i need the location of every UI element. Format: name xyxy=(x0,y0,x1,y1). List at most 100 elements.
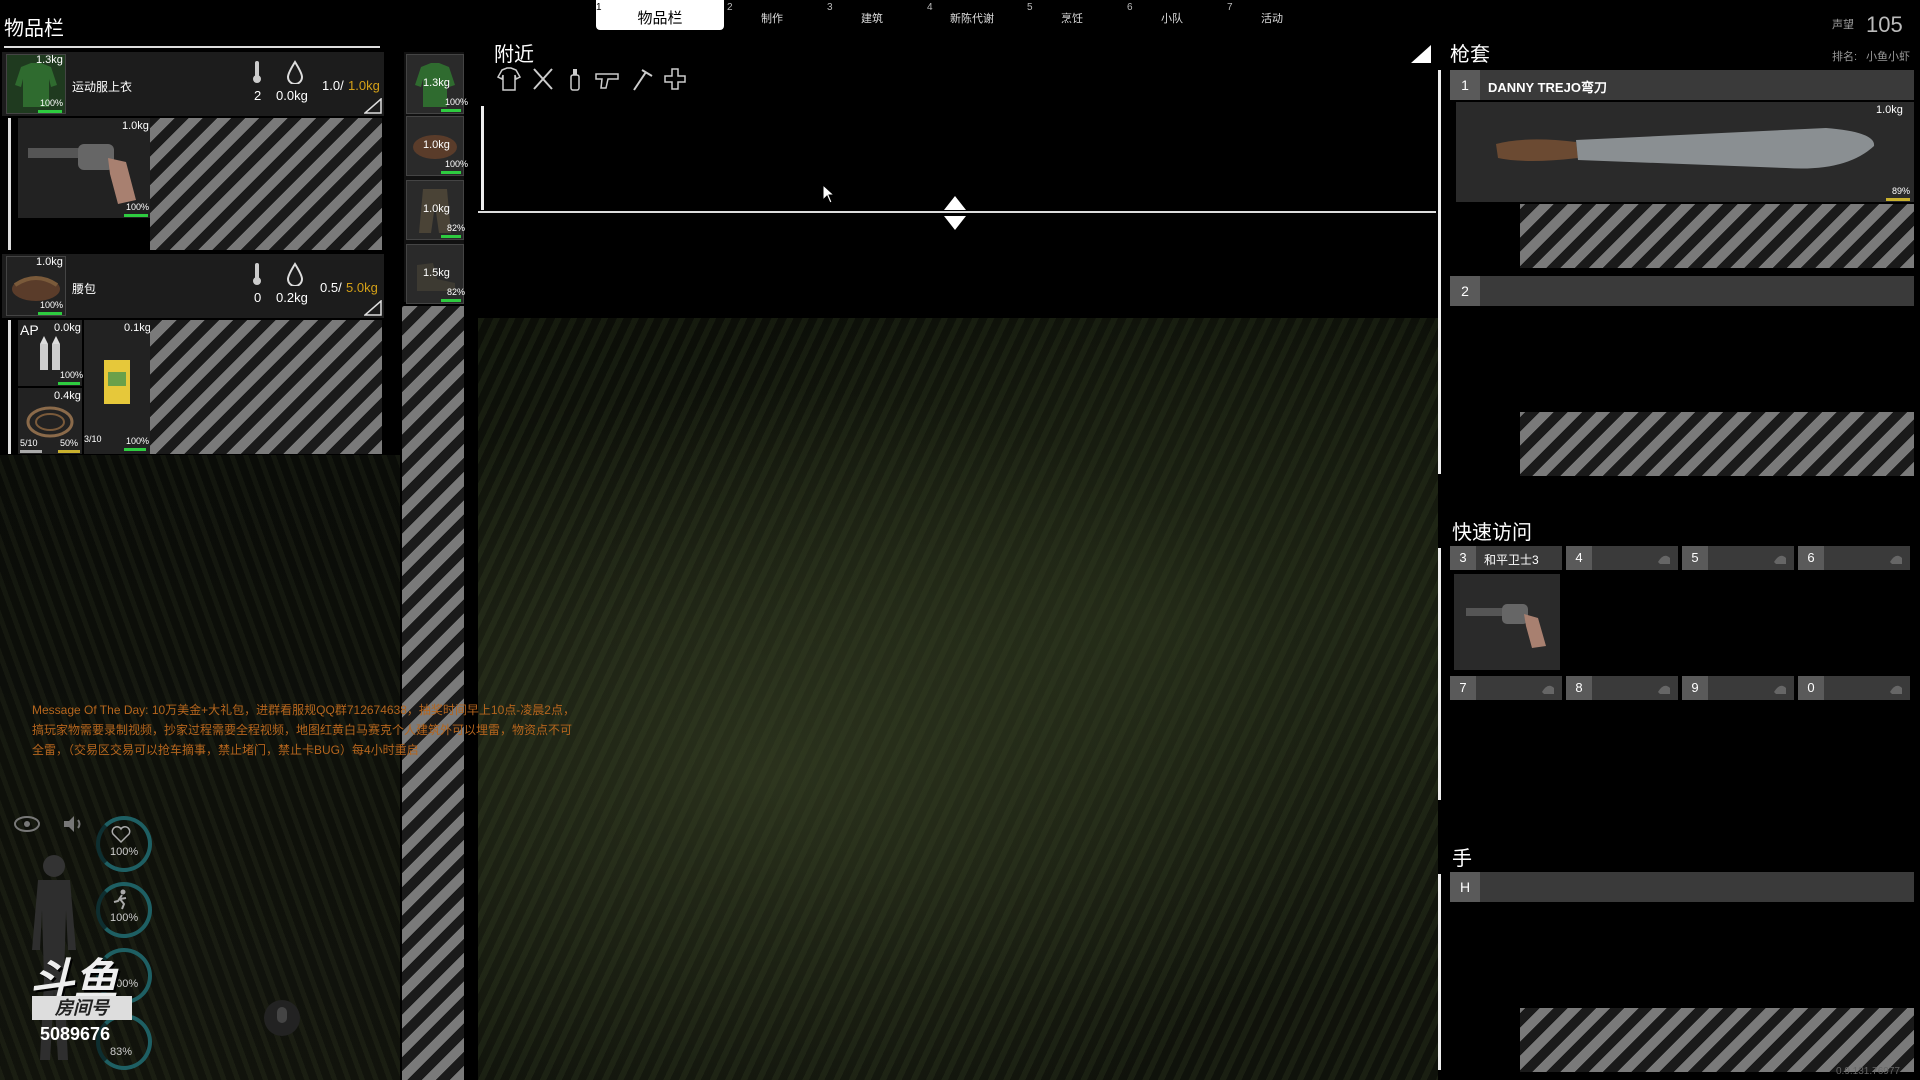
equip-slot-shoes[interactable]: 1.5kg 82% xyxy=(406,244,466,304)
box-item[interactable]: 0.1kg 3/10 100% xyxy=(84,320,151,454)
temperature-icon xyxy=(253,263,261,285)
condition-bar xyxy=(441,109,461,112)
medical-icon[interactable] xyxy=(662,66,688,92)
item-weight: 1.0kg xyxy=(36,256,63,268)
item-weight: 1.3kg xyxy=(423,77,450,89)
count-bar xyxy=(20,450,42,453)
tab-squad[interactable]: 6 小队 xyxy=(1127,0,1217,30)
tab-cooking[interactable]: 5 烹饪 xyxy=(1027,0,1117,30)
tab-label: 小队 xyxy=(1161,13,1183,25)
rope-item[interactable]: 0.4kg 5/10 50% xyxy=(18,388,82,454)
equip-slot-pants[interactable]: 1.0kg 82% xyxy=(406,180,466,240)
condition-bar xyxy=(124,448,146,451)
container-indicator xyxy=(8,320,11,454)
item-condition: 100% xyxy=(126,436,150,446)
quick-slot-revolver-item[interactable] xyxy=(1454,574,1560,670)
food-box-icon xyxy=(104,360,130,404)
inventory-divider xyxy=(4,46,380,48)
bottle-icon[interactable] xyxy=(562,66,588,92)
message-of-the-day: Message Of The Day: 10万美金+大礼包，进群看服规QQ群71… xyxy=(32,703,575,757)
quick-access-title: 快速访问 xyxy=(1452,522,1532,544)
item-weight: 1.0kg xyxy=(423,203,450,215)
item-condition: 82% xyxy=(447,287,466,297)
rank-label: 排名: xyxy=(1832,51,1858,63)
inventory-row-bag[interactable]: 1.0kg 100% 腰包 0 0.2kg 0.5/ 5.0kg xyxy=(2,254,384,318)
quick-slot-9[interactable]: 9 xyxy=(1682,676,1794,700)
hand-icon xyxy=(1890,685,1902,694)
hand-icon xyxy=(1774,685,1786,694)
temperature-icon xyxy=(253,61,261,83)
quick-slot-8[interactable]: 8 xyxy=(1566,676,1678,700)
slot-number: 4 xyxy=(1566,546,1592,570)
hand-icon xyxy=(1658,555,1670,564)
slot-label: 和平卫士3 xyxy=(1484,553,1539,567)
hands-slot[interactable]: H xyxy=(1450,872,1914,902)
clothing-icon[interactable] xyxy=(496,66,522,92)
empty-slot-area xyxy=(150,320,382,454)
holster-slot-2[interactable]: 2 xyxy=(1450,276,1914,306)
holster-slot-1[interactable]: 1 DANNY TREJO弯刀 xyxy=(1450,70,1914,100)
capacity-used: 0.5/ xyxy=(320,280,342,295)
equip-slot-belt[interactable]: 1.0kg 100% xyxy=(406,116,468,176)
tab-crafting[interactable]: 2 制作 xyxy=(727,0,817,30)
quick-slot-4[interactable]: 4 xyxy=(1566,546,1678,570)
condition-bar xyxy=(58,382,80,385)
mouse-cursor-icon xyxy=(822,184,836,204)
equip-slot-jacket[interactable]: 1.3kg 100% xyxy=(406,54,468,114)
fame-value: 105 xyxy=(1866,12,1903,37)
condition-bar xyxy=(1886,198,1910,201)
stamina-icon xyxy=(113,889,127,910)
ammo-icon xyxy=(40,336,60,370)
tools-icon[interactable] xyxy=(530,66,556,92)
equipment-empty-area xyxy=(402,306,464,1080)
nearby-title: 附近 xyxy=(494,44,534,66)
tab-events[interactable]: 7 活动 xyxy=(1227,0,1317,30)
tab-label: 新陈代谢 xyxy=(950,13,994,25)
microphone-icon xyxy=(264,1000,300,1036)
empty-slot-area xyxy=(150,118,382,250)
quick-slot-7[interactable]: 7 xyxy=(1450,676,1562,700)
holster-empty-area xyxy=(1520,412,1914,476)
resize-handle-icon[interactable] xyxy=(942,194,968,232)
panel-corner-icon[interactable] xyxy=(1410,44,1432,64)
quick-slot-6[interactable]: 6 xyxy=(1798,546,1910,570)
quick-slot-3[interactable]: 3 和平卫士3 xyxy=(1450,546,1562,570)
item-count-a: 5/10 xyxy=(20,438,38,448)
item-weight: 1.0kg xyxy=(423,139,450,151)
slot-number: 8 xyxy=(1566,676,1592,700)
tab-building[interactable]: 3 建筑 xyxy=(827,0,917,30)
expand-corner-icon[interactable] xyxy=(364,98,382,114)
tab-inventory[interactable]: 1 物品栏 xyxy=(596,0,724,30)
gun-icon[interactable] xyxy=(594,66,620,92)
item-weight: 0.0kg xyxy=(54,322,81,334)
item-weight: 1.3kg xyxy=(36,54,63,66)
hands-empty-area xyxy=(1520,1008,1914,1072)
tab-label: 建筑 xyxy=(861,13,883,25)
slot-number: 9 xyxy=(1682,676,1708,700)
machete-icon xyxy=(1496,128,1875,169)
item-condition: 82% xyxy=(447,223,466,233)
speaker-icon[interactable] xyxy=(58,812,88,836)
tab-metabolism[interactable]: 4 新陈代谢 xyxy=(927,0,1017,30)
slot-number: 6 xyxy=(1798,546,1824,570)
item-condition: 100% xyxy=(445,97,469,107)
revolver-item[interactable]: 1.0kg 100% xyxy=(18,118,152,218)
rope-icon xyxy=(26,406,74,438)
version-label: 0.9.131.76977 xyxy=(1836,1066,1900,1077)
machete-item[interactable]: 1.0kg 89% xyxy=(1456,102,1914,202)
quick-slot-5[interactable]: 5 xyxy=(1682,546,1794,570)
quick-access-border xyxy=(1438,548,1441,800)
expand-corner-icon[interactable] xyxy=(364,300,382,316)
heart-icon xyxy=(111,826,131,844)
inventory-row-jacket[interactable]: 1.3kg 100% 运动服上衣 2 0.0kg 1.0/ 1.0kg xyxy=(2,52,384,116)
quick-slot-0[interactable]: 0 xyxy=(1798,676,1910,700)
item-name: 运动服上衣 xyxy=(72,80,133,94)
eye-icon[interactable] xyxy=(12,812,42,836)
item-condition: 100% xyxy=(40,300,64,310)
rank-value: 小鱼小虾 xyxy=(1866,51,1910,63)
hand-icon xyxy=(1542,685,1554,694)
holster-empty-area xyxy=(1520,204,1914,268)
slot-label: DANNY TREJO弯刀 xyxy=(1488,80,1607,95)
hammer-icon[interactable] xyxy=(628,66,654,92)
ammo-item[interactable]: AP 0.0kg 100% xyxy=(18,320,83,386)
